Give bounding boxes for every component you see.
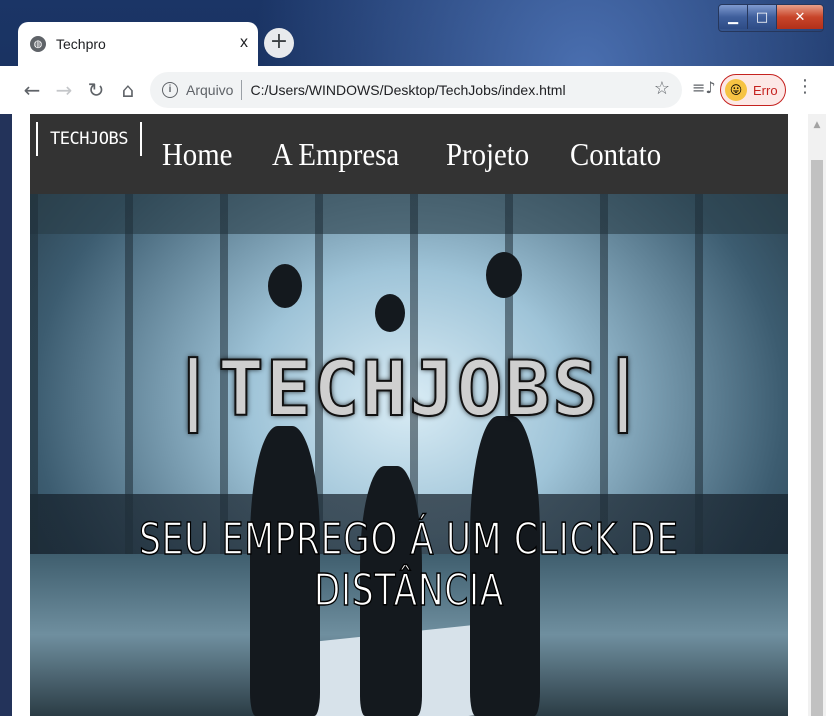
profile-button[interactable]: 😛 Erro <box>720 74 786 106</box>
tab-close-button[interactable]: x <box>240 34 248 52</box>
site-navbar: TECHJOBS Home A Empresa Projeto Contato <box>30 114 788 194</box>
bookmark-star-icon[interactable]: ☆ <box>654 78 670 99</box>
globe-icon: ◍ <box>30 36 46 52</box>
nav-projeto[interactable]: Projeto <box>446 136 529 173</box>
scheme-label: Arquivo <box>186 82 234 98</box>
page-content: TECHJOBS Home A Empresa Projeto Contato … <box>30 114 788 716</box>
left-edge-decoration <box>0 114 12 716</box>
hero-person-center-head <box>375 294 405 332</box>
hero-person-right-head <box>486 252 522 298</box>
nav-links: Home A Empresa Projeto Contato <box>162 136 671 173</box>
new-tab-button[interactable]: + <box>264 28 294 58</box>
hero-title: |TECHJOBS| <box>169 343 648 434</box>
avatar: 😛 <box>725 79 747 101</box>
browser-tab[interactable]: ◍ Techpro x <box>18 22 258 66</box>
hero-person-left-head <box>268 264 302 308</box>
nav-a-empresa[interactable]: A Empresa <box>272 136 399 173</box>
scroll-thumb[interactable] <box>811 160 823 716</box>
kebab-menu-icon[interactable]: ⋮ <box>796 76 814 97</box>
back-arrow-icon[interactable]: ← <box>20 78 44 102</box>
forward-arrow-icon[interactable]: → <box>52 78 76 102</box>
scroll-up-arrow-icon[interactable]: ▲ <box>808 118 826 132</box>
address-divider <box>241 80 243 100</box>
url-text[interactable]: C:/Users/WINDOWS/Desktop/TechJobs/index.… <box>250 82 565 98</box>
tab-strip: ◍ Techpro x + <box>0 20 834 66</box>
profile-status: Erro <box>753 82 778 98</box>
browser-toolbar: ← → ↻ ⌂ i Arquivo C:/Users/WINDOWS/Deskt… <box>0 66 834 114</box>
nav-contato[interactable]: Contato <box>570 136 661 173</box>
vertical-scrollbar[interactable]: ▲ <box>808 114 826 716</box>
site-logo[interactable]: TECHJOBS <box>36 122 142 156</box>
home-icon[interactable]: ⌂ <box>116 78 140 102</box>
nav-home[interactable]: Home <box>162 136 232 173</box>
hero-subtitle: SEU EMPREGO Á UM CLICK DE DISTÂNCIA <box>139 513 679 617</box>
media-queue-icon[interactable]: ≡♪ <box>692 78 716 97</box>
page-viewport: TECHJOBS Home A Empresa Projeto Contato … <box>0 114 834 716</box>
reload-icon[interactable]: ↻ <box>84 78 108 102</box>
info-icon[interactable]: i <box>162 82 178 98</box>
hero-banner: |TECHJOBS| SEU EMPREGO Á UM CLICK DE DIS… <box>30 194 788 716</box>
address-bar[interactable]: i Arquivo C:/Users/WINDOWS/Desktop/TechJ… <box>150 72 682 108</box>
tab-title: Techpro <box>56 36 106 52</box>
